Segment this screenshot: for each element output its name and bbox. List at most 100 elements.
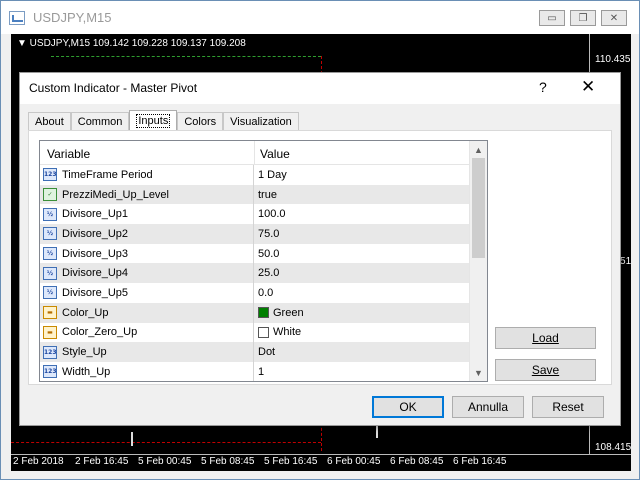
value-cell[interactable]: 100.0 <box>254 204 469 224</box>
time-label: 5 Feb 16:45 <box>264 456 318 467</box>
dialog-titlebar: Custom Indicator - Master Pivot ? ✕ <box>20 73 620 104</box>
value-cell[interactable]: White <box>254 323 469 343</box>
double-icon: ½ <box>43 207 57 221</box>
table-row[interactable]: ✓ PrezziMedi_Up_Level true <box>40 184 469 205</box>
time-label: 6 Feb 08:45 <box>390 456 444 467</box>
table-row[interactable]: ▬ Color_Up Green <box>40 302 469 323</box>
ok-button[interactable]: OK <box>372 396 444 418</box>
variable-name: Divisore_Up2 <box>62 227 129 240</box>
inputs-grid[interactable]: Variable Value 123 TimeFrame Period 1 Day ✓… <box>39 140 488 382</box>
variable-cell: ½ Divisore_Up5 <box>40 283 254 303</box>
load-button[interactable]: Load <box>495 327 596 349</box>
time-label: 5 Feb 08:45 <box>201 456 255 467</box>
int-icon: 123 <box>43 345 57 359</box>
column-header-value[interactable]: Value <box>260 147 290 161</box>
value-text: 0.0 <box>258 286 274 299</box>
chart-titlebar: USDJPY,M15 ▭ ❐ ✕ <box>1 1 639 34</box>
tab-strip: About Common Inputs Colors Visualization <box>28 110 299 131</box>
time-label: 6 Feb 16:45 <box>453 456 507 467</box>
variable-cell: ▬ Color_Zero_Up <box>40 322 254 343</box>
scroll-down-icon[interactable]: ▼ <box>470 364 487 381</box>
scroll-thumb[interactable] <box>472 158 485 258</box>
table-row[interactable]: 123 TimeFrame Period 1 Day <box>40 165 469 185</box>
table-row[interactable]: ½ Divisore_Up3 50.0 <box>40 243 469 264</box>
close-icon: ✕ <box>609 12 619 24</box>
grid-header: Variable Value <box>40 141 469 165</box>
variable-cell: ½ Divisore_Up4 <box>40 263 254 284</box>
variable-name: PrezziMedi_Up_Level <box>62 188 169 201</box>
table-row[interactable]: 123 Width_Up 1 <box>40 361 469 381</box>
tab-label: Common <box>77 116 123 128</box>
variable-name: Style_Up <box>62 346 107 359</box>
time-label: 2 Feb 16:45 <box>75 456 129 467</box>
value-cell[interactable]: 75.0 <box>254 224 469 244</box>
table-row[interactable]: ▬ Color_Zero_Up White <box>40 322 469 343</box>
value-cell[interactable]: true <box>254 185 469 205</box>
tab-label: Visualization <box>230 116 292 128</box>
variable-name: Color_Zero_Up <box>62 326 138 339</box>
grid-rows: 123 TimeFrame Period 1 Day ✓ PrezziMedi_Up_L… <box>40 165 469 381</box>
value-text: 1 Day <box>258 168 287 181</box>
tab-label: About <box>35 116 64 128</box>
close-window-button[interactable]: ✕ <box>601 10 627 26</box>
custom-indicator-dialog: Custom Indicator - Master Pivot ? ✕ Abou… <box>19 72 621 426</box>
table-row[interactable]: ½ Divisore_Up4 25.0 <box>40 263 469 284</box>
save-button[interactable]: Save <box>495 359 596 381</box>
value-cell[interactable]: 1 Day <box>254 165 469 185</box>
pivot-dashed-line <box>51 56 321 57</box>
chart-window-icon <box>9 10 25 25</box>
tab-label: Colors <box>184 116 217 128</box>
value-text: 1 <box>258 365 265 378</box>
value-cell[interactable]: 50.0 <box>254 244 469 264</box>
restore-button[interactable]: ❐ <box>570 10 596 26</box>
column-header-variable[interactable]: Variable <box>47 147 90 161</box>
table-row[interactable]: ½ Divisore_Up2 75.0 <box>40 224 469 244</box>
value-cell[interactable]: Dot <box>254 342 469 362</box>
double-icon: ½ <box>43 286 57 300</box>
close-icon[interactable]: ✕ <box>581 77 595 97</box>
double-icon: ½ <box>43 227 57 241</box>
tab-about[interactable]: About <box>28 112 71 131</box>
bool-icon: ✓ <box>43 188 57 202</box>
variable-cell: ▬ Color_Up <box>40 302 254 323</box>
value-cell[interactable]: 25.0 <box>254 263 469 283</box>
price-bar <box>376 426 378 438</box>
value-cell[interactable]: 1 <box>254 362 469 381</box>
color-swatch <box>258 307 269 319</box>
variable-cell: ½ Divisore_Up2 <box>40 224 254 244</box>
grid-scrollbar[interactable]: ▲ ▼ <box>469 141 487 381</box>
int-icon: 123 <box>43 365 57 379</box>
minimize-button[interactable]: ▭ <box>539 10 565 26</box>
variable-name: TimeFrame Period <box>62 168 153 181</box>
time-label: 6 Feb 00:45 <box>327 456 381 467</box>
variable-cell: ½ Divisore_Up3 <box>40 243 254 264</box>
inputs-panel: Variable Value 123 TimeFrame Period 1 Day ✓… <box>28 130 612 385</box>
restore-icon: ❐ <box>578 12 588 24</box>
scroll-up-icon[interactable]: ▲ <box>470 141 487 158</box>
color-icon: ▬ <box>43 306 57 320</box>
tab-colors[interactable]: Colors <box>177 112 224 131</box>
price-bar <box>131 432 133 446</box>
value-text: true <box>258 188 277 201</box>
table-row[interactable]: ½ Divisore_Up5 0.0 <box>40 283 469 303</box>
help-icon[interactable]: ? <box>539 79 547 95</box>
tab-inputs[interactable]: Inputs <box>129 110 178 131</box>
variable-cell: 123 Width_Up <box>40 361 254 381</box>
variable-name: Divisore_Up1 <box>62 208 129 221</box>
table-row[interactable]: 123 Style_Up Dot <box>40 342 469 362</box>
reset-button[interactable]: Reset <box>532 396 604 418</box>
value-cell[interactable]: Green <box>254 303 469 323</box>
value-text: 100.0 <box>258 208 286 221</box>
value-text: Dot <box>258 346 276 359</box>
color-swatch <box>258 326 269 338</box>
value-text: White <box>273 326 302 339</box>
price-label: 110.435 <box>595 54 631 65</box>
value-text: 75.0 <box>258 227 280 240</box>
tab-visualization[interactable]: Visualization <box>223 112 299 131</box>
time-scale[interactable]: 2 Feb 2018 2 Feb 16:45 5 Feb 00:45 5 Feb… <box>11 454 631 471</box>
value-cell[interactable]: 0.0 <box>254 283 469 303</box>
cancel-button[interactable]: Annulla <box>452 396 524 418</box>
tab-common[interactable]: Common <box>70 112 130 131</box>
table-row[interactable]: ½ Divisore_Up1 100.0 <box>40 204 469 225</box>
price-label: 108.415 <box>595 442 632 453</box>
